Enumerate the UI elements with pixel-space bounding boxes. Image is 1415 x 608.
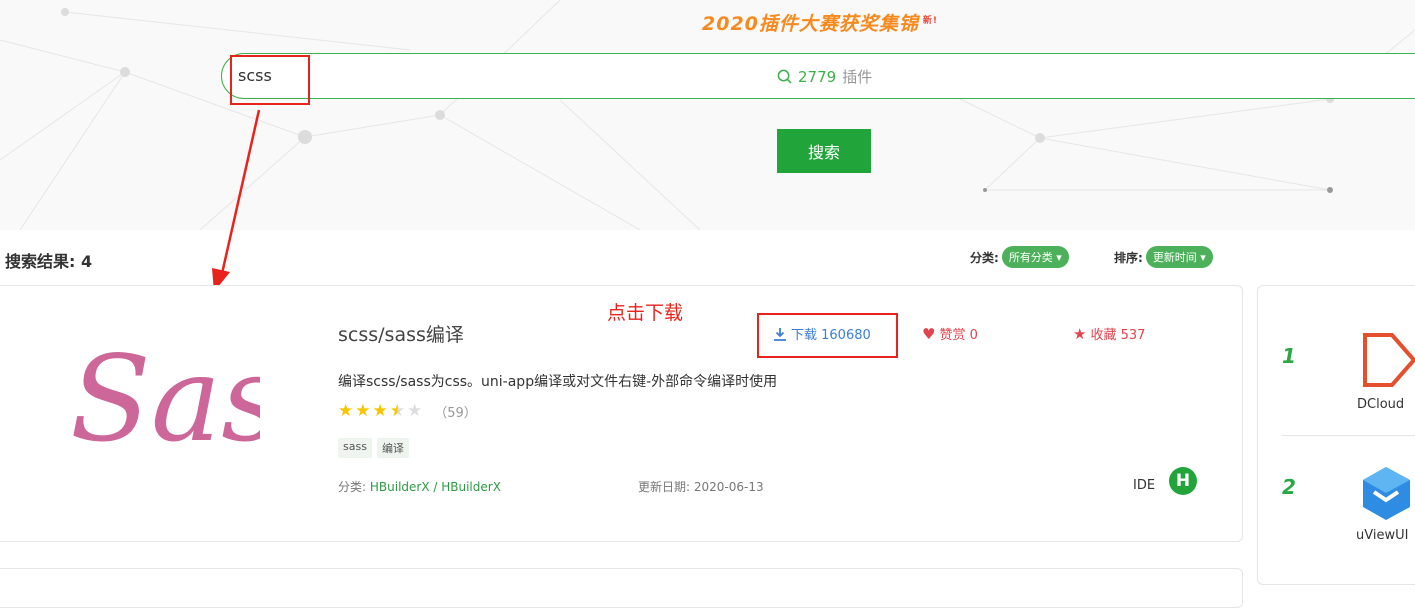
rank-name[interactable]: DCloud xyxy=(1357,397,1404,412)
divider xyxy=(1282,435,1415,436)
search-box[interactable]: 2779 插件 xyxy=(221,53,1415,99)
heart-icon: ♥ xyxy=(922,324,936,343)
star-icon: ★ xyxy=(355,401,371,421)
plugin-count: 2779 xyxy=(798,67,837,86)
sort-filter: 排序: 更新时间 ▾ xyxy=(1114,246,1213,268)
plugin-count-unit: 插件 xyxy=(842,68,873,86)
category-prefix: 分类: xyxy=(338,480,367,494)
sort-value: 更新时间 xyxy=(1152,251,1197,264)
sort-label: 排序: xyxy=(1114,250,1143,265)
dcloud-logo[interactable] xyxy=(1362,332,1415,388)
tag-list: sass 编译 xyxy=(338,438,409,458)
rating-count: （59） xyxy=(434,405,477,421)
rank-number: 2 xyxy=(1282,475,1296,499)
plugin-card-next[interactable] xyxy=(0,568,1243,608)
star-fav-icon: ★ xyxy=(1073,324,1087,343)
reward-count: 赞赏 0 xyxy=(939,328,978,343)
category-link[interactable]: HBuilderX / HBuilderX xyxy=(370,480,501,494)
favorite-count: 收藏 537 xyxy=(1090,328,1146,343)
rank-number: 1 xyxy=(1282,344,1296,368)
plugin-title[interactable]: scss/sass编译 xyxy=(338,320,464,347)
plugin-description: 编译scss/sass为css。uni-app编译或对文件右键-外部命令编译时使… xyxy=(338,374,778,390)
reward-button[interactable]: ♥ 赞赏 0 xyxy=(922,324,978,344)
category-dropdown[interactable]: 所有分类 ▾ xyxy=(1001,246,1069,268)
rating-stars: ★ ★ ★ ★ ★ （59） xyxy=(338,401,477,421)
sort-dropdown[interactable]: 更新时间 ▾ xyxy=(1145,246,1213,268)
tag[interactable]: sass xyxy=(338,438,372,458)
sass-logo[interactable]: Sass xyxy=(60,318,260,468)
star-empty-icon: ★ xyxy=(407,401,423,421)
tag[interactable]: 编译 xyxy=(376,438,409,458)
banner-title: 2020插件大赛获奖集锦 xyxy=(702,13,919,35)
platform-label: IDE xyxy=(1133,478,1156,493)
results-count: 搜索结果: 4 xyxy=(5,252,93,271)
sass-logo-text: Sass xyxy=(70,330,260,468)
contest-banner[interactable]: 2020插件大赛获奖集锦 新! xyxy=(702,9,938,36)
search-hint: 2779 插件 xyxy=(777,66,872,87)
favorite-button[interactable]: ★ 收藏 537 xyxy=(1073,324,1146,344)
new-badge: 新! xyxy=(922,16,938,26)
plugin-category: 分类: HBuilderX / HBuilderX xyxy=(338,478,501,495)
highlight-box-download xyxy=(757,313,898,358)
category-value: 所有分类 xyxy=(1008,251,1053,264)
rank-name[interactable]: uViewUI xyxy=(1356,528,1408,543)
uviewui-logo[interactable] xyxy=(1360,465,1413,523)
search-button[interactable]: 搜索 xyxy=(777,129,871,173)
category-label: 分类: xyxy=(970,250,999,265)
annotation-text: 点击下载 xyxy=(607,302,684,324)
star-icon: ★ xyxy=(338,401,354,421)
hbuilderx-icon: H xyxy=(1169,467,1197,495)
half-star-icon: ★ xyxy=(389,401,405,421)
category-filter: 分类: 所有分类 ▾ xyxy=(970,246,1069,268)
update-date: 更新日期: 2020-06-13 xyxy=(638,480,764,494)
star-icon: ★ xyxy=(372,401,388,421)
search-icon xyxy=(777,69,792,84)
